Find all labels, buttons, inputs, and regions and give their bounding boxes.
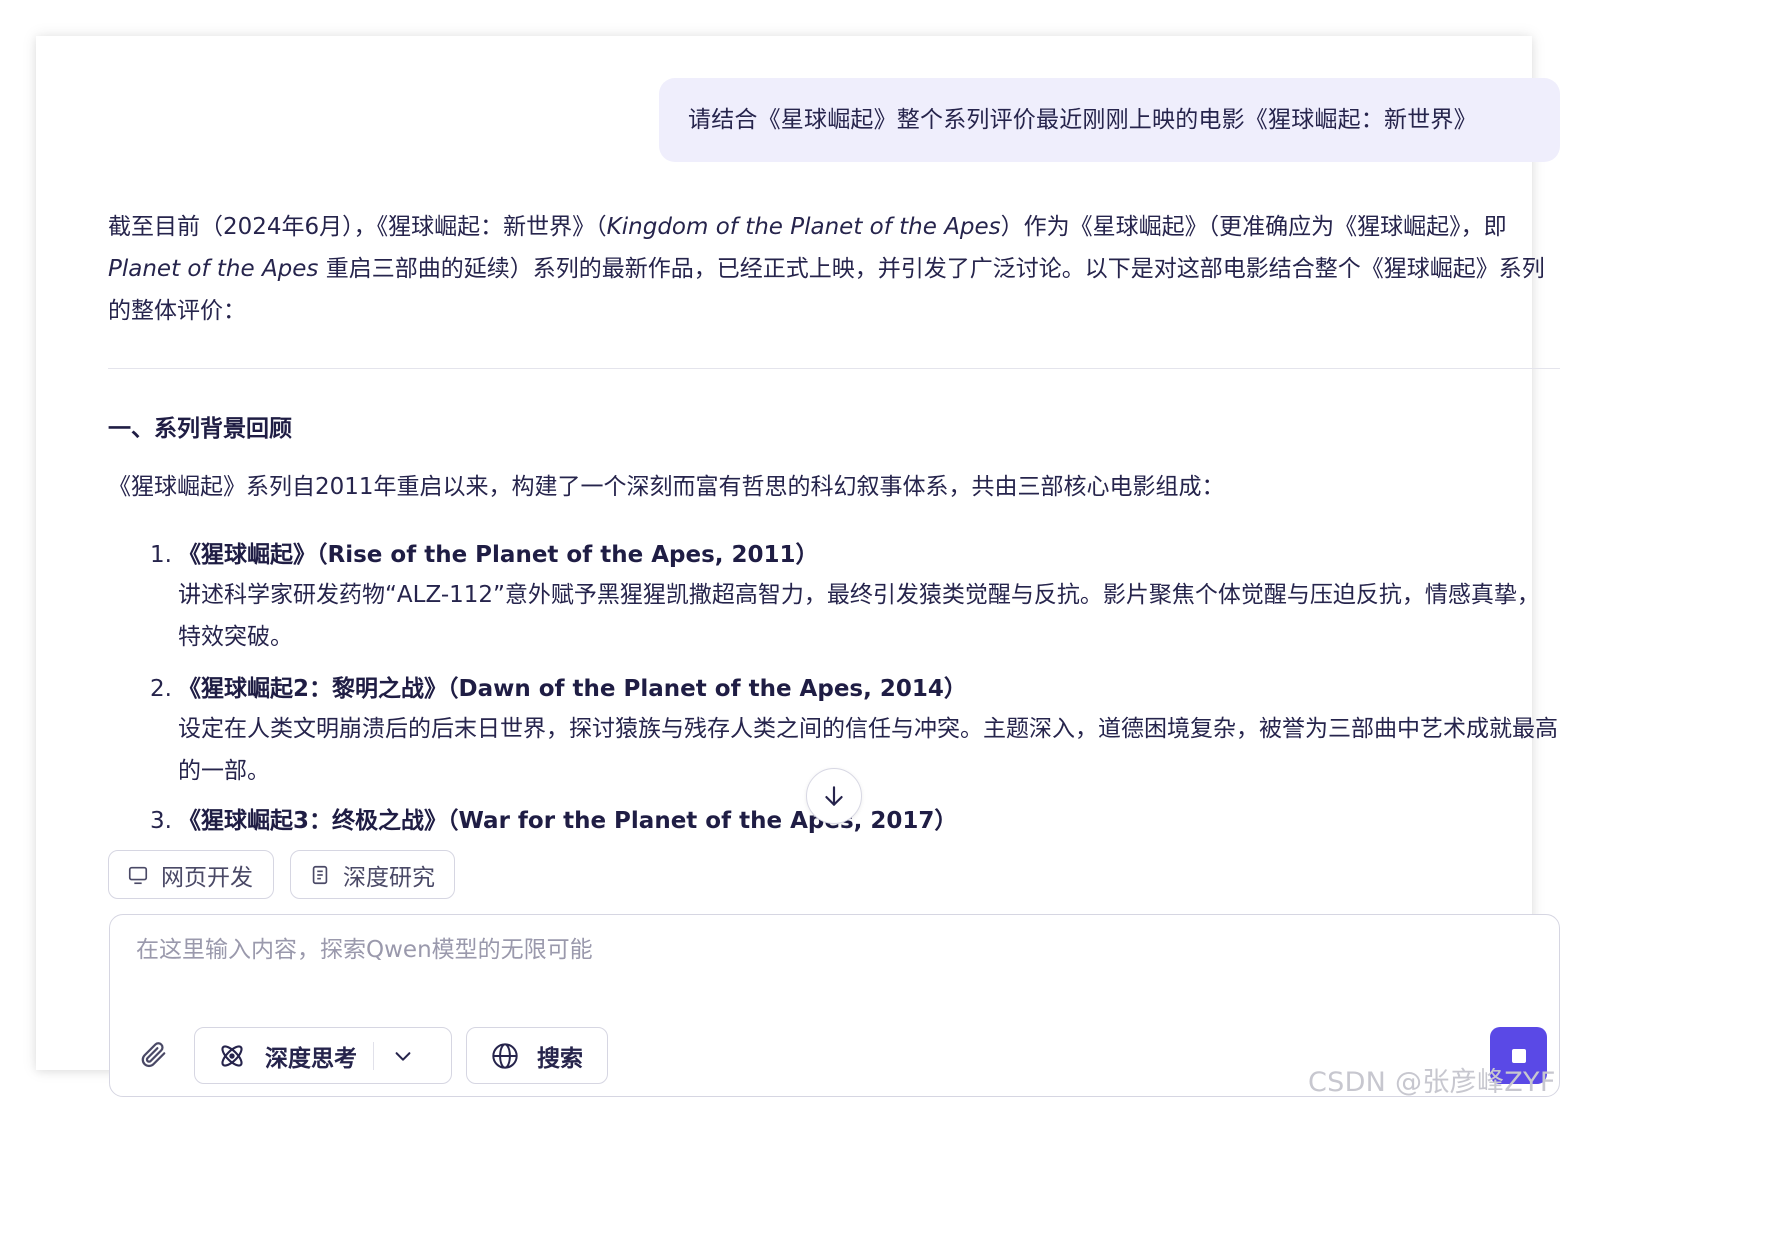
- attach-button[interactable]: [136, 1037, 170, 1071]
- intro-english-title: Kingdom of the Planet of the Apes: [606, 214, 1001, 240]
- deep-think-label: 深度思考: [265, 1045, 357, 1072]
- film-title: 《猩球崛起3：终极之战》（War for the Planet of the A…: [178, 808, 958, 834]
- film-title: 《猩球崛起》（Rise of the Planet of the Apes, 2…: [178, 542, 819, 568]
- divider: [373, 1041, 374, 1070]
- web-dev-chip[interactable]: 网页开发: [108, 850, 274, 899]
- user-message-bubble: 请结合《星球崛起》整个系列评价最近刚刚上映的电影《猩球崛起：新世界》: [659, 78, 1560, 162]
- web-dev-label: 网页开发: [161, 864, 253, 891]
- intro-text-1: 截至目前（2024年6月），《猩球崛起：新世界》（: [108, 214, 607, 240]
- document-icon: [312, 865, 328, 884]
- list-item-number: 3.: [150, 808, 172, 834]
- search-toggle[interactable]: 搜索: [466, 1027, 608, 1084]
- section-intro-text: 《猩球崛起》系列自2011年重启以来，构建了一个深刻而富有哲思的科幻叙事体系，共…: [108, 474, 1225, 500]
- search-label: 搜索: [537, 1045, 583, 1072]
- list-item-number: 1.: [150, 542, 172, 568]
- scroll-to-bottom-button[interactable]: [806, 768, 862, 824]
- list-item-number: 2.: [150, 676, 172, 702]
- deep-research-label: 深度研究: [343, 864, 435, 891]
- intro-english-series: Planet of the Apes: [108, 256, 319, 282]
- deep-research-chip[interactable]: 深度研究: [290, 850, 455, 899]
- list-item: 1. 《猩球崛起》（Rise of the Planet of the Apes…: [150, 536, 1562, 670]
- deep-think-toggle[interactable]: 深度思考: [194, 1027, 452, 1084]
- film-description: 讲述科学家研发药物“ALZ-112”意外赋予黑猩猩凯撒超高智力，最终引发猿类觉醒…: [178, 582, 1540, 650]
- paperclip-icon: [141, 1042, 166, 1068]
- film-title: 《猩球崛起2：黎明之战》（Dawn of the Planet of the A…: [178, 676, 967, 702]
- user-message-text: 请结合《星球崛起》整个系列评价最近刚刚上映的电影《猩球崛起：新世界》: [688, 107, 1477, 133]
- section-heading: 一、系列背景回顾: [108, 416, 292, 442]
- monitor-icon: [128, 866, 148, 884]
- globe-icon: [491, 1042, 519, 1070]
- atom-icon: [217, 1041, 247, 1071]
- chevron-down-icon[interactable]: [392, 1045, 414, 1067]
- answer-intro-paragraph: 截至目前（2024年6月），《猩球崛起：新世界》（Kingdom of the …: [108, 206, 1564, 332]
- arrow-down-icon: [825, 786, 843, 806]
- film-description: 设定在人类文明崩溃后的后末日世界，探讨猿族与残存人类之间的信任与冲突。主题深入，…: [178, 716, 1558, 784]
- chat-window: 请结合《星球崛起》整个系列评价最近刚刚上映的电影《猩球崛起：新世界》 截至目前（…: [36, 36, 1560, 1097]
- message-input[interactable]: [136, 937, 1436, 963]
- section-divider: [108, 368, 1560, 369]
- intro-text-3: 重启三部曲的延续）系列的最新作品，已经正式上映，并引发了广泛讨论。以下是对这部电…: [108, 256, 1545, 324]
- intro-text-2: ）作为《星球崛起》（更准确应为《猩球崛起》，即: [1000, 214, 1507, 240]
- watermark: CSDN @张彦峰ZYF: [1308, 1067, 1556, 1098]
